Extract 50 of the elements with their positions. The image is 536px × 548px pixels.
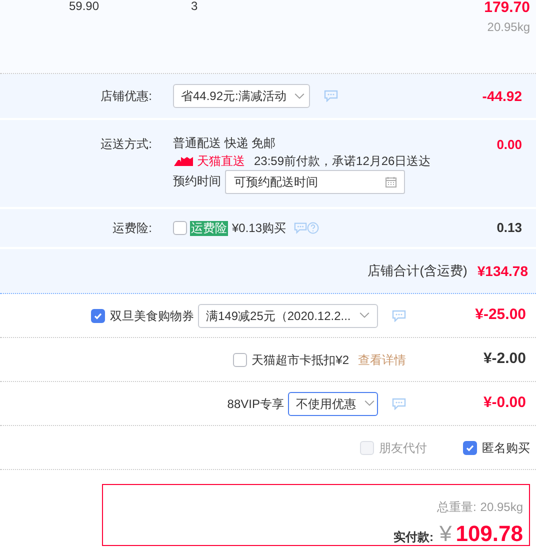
field-label: 运费险:: [112, 220, 152, 237]
item-weight: 20.95kg: [487, 19, 530, 36]
chevron-down-icon: [359, 312, 370, 319]
chevron-down-icon: [294, 92, 306, 100]
schedule-label: 预约时间: [173, 173, 221, 190]
discount-amount: ¥-2.00: [482, 349, 526, 370]
option-label: 朋友代付: [379, 440, 427, 456]
chat-icon: [294, 222, 308, 234]
weight-label: 总重量:: [436, 499, 476, 516]
pay-amount: 109.78: [456, 520, 523, 548]
help-icon: [307, 222, 320, 234]
discount-label: 天猫超市卡抵扣¥2: [252, 352, 349, 368]
insurance-price: ¥0.13购买: [232, 220, 286, 237]
shipping-method: 普通配送 快递 免邮: [173, 135, 277, 151]
subtotal: 179.70: [484, 0, 530, 15]
chat-icon: [392, 398, 406, 410]
insurance-amount: 0.13: [496, 219, 523, 238]
unit-price: 59.90: [69, 0, 100, 15]
field-label: 运送方式:: [100, 136, 152, 153]
check-icon: [93, 310, 103, 320]
pay-label: 实付款:: [393, 529, 434, 546]
checkbox[interactable]: [173, 221, 187, 235]
discount-amount: ¥-0.00: [482, 393, 526, 414]
chat-icon: [324, 90, 338, 102]
store-total: ¥134.78: [477, 262, 528, 280]
discount-amount: ¥-25.00: [474, 305, 526, 326]
check-icon: [465, 442, 475, 452]
checkbox[interactable]: [232, 352, 247, 366]
insurance-tag: 运费险: [190, 220, 228, 236]
delivery-label: 天猫直送: [197, 152, 245, 170]
chevron-down-icon: [364, 400, 375, 407]
shipping-amount: 0.00: [496, 136, 523, 154]
quantity: 3: [191, 0, 198, 15]
checkbox[interactable]: [91, 308, 105, 322]
discount-amount: -44.92: [482, 86, 523, 106]
delivery-promise: 23:59前付款，承诺12月26日送达: [254, 152, 431, 170]
calendar-icon: [385, 176, 397, 188]
store-total-label: 店铺合计(含运费): [368, 262, 468, 280]
discount-label: 88VIP专享: [227, 396, 284, 412]
total-weight: 20.95kg: [480, 499, 523, 516]
dropdown[interactable]: 不使用优惠: [288, 392, 378, 416]
dropdown[interactable]: 省44.92元:满减活动: [173, 84, 310, 108]
field-label: 店铺优惠:: [100, 88, 152, 105]
chat-icon: [392, 310, 406, 322]
dropdown[interactable]: 满149减25元（2020.12.2...: [198, 304, 378, 328]
discount-label: 双旦美食购物券: [110, 308, 194, 324]
date-field[interactable]: 可预约配送时间: [225, 170, 405, 194]
option-label: 匿名购买: [482, 440, 530, 456]
currency-sign: ¥: [439, 520, 452, 548]
checkbox[interactable]: [463, 440, 477, 454]
